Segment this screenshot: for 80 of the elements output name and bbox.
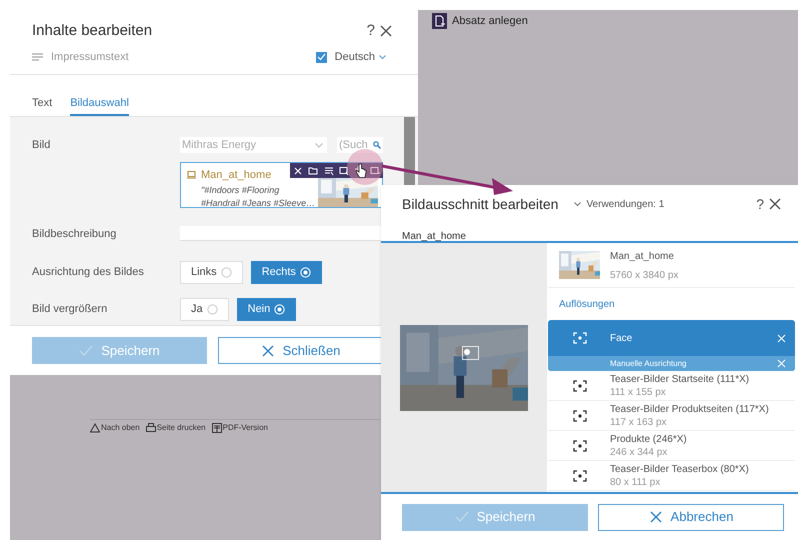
radio-on-icon <box>300 266 311 278</box>
focus-icon <box>573 332 587 344</box>
resolution-name: Teaser-Bilder Produktseiten (117*X) <box>610 402 769 416</box>
hand-cursor-icon <box>355 163 367 179</box>
help-button[interactable]: ? <box>756 194 764 214</box>
resolution-name: Teaser-Bilder Teaserbox (80*X) <box>610 462 749 476</box>
focus-icon <box>573 410 587 422</box>
image-dimensions: 5760 x 3840 px <box>610 270 678 282</box>
cancel-button[interactable]: Abbrechen <box>598 504 784 530</box>
cancel-button[interactable]: Schließen <box>218 337 383 364</box>
radio-button[interactable]: Links <box>180 260 243 284</box>
resolution-size: 246 x 344 px <box>610 446 668 458</box>
language-checkbox[interactable] <box>316 52 327 62</box>
printer-icon <box>146 423 156 433</box>
folder-icon[interactable] <box>308 166 318 176</box>
resolution-item[interactable]: Produkte (246*X) 246 x 344 px <box>548 431 795 461</box>
radio-button[interactable]: Nein <box>236 298 296 321</box>
resolution-item[interactable]: Teaser-Bilder Teaserbox (80*X) 80 x 111 px <box>548 461 795 491</box>
field-label: Bild vergrößern <box>32 302 108 318</box>
dialog-title: Inhalte bearbeiten <box>32 20 152 41</box>
footer-link[interactable]: PDF-Version <box>212 422 268 434</box>
list-icon[interactable] <box>324 166 334 176</box>
laptop-icon <box>187 171 196 180</box>
help-button[interactable]: ? <box>366 20 375 42</box>
radio-on-icon <box>274 304 286 315</box>
footer-link[interactable]: Seite drucken <box>146 422 206 434</box>
radio-off-icon <box>220 266 232 278</box>
search-field[interactable]: (Such <box>337 137 383 153</box>
resolution-size: 80 x 111 px <box>610 476 662 488</box>
resolution-item[interactable]: Teaser-Bilder Startseite (111*X) 111 x 155 px <box>548 371 795 401</box>
close-icon[interactable] <box>768 197 782 211</box>
focus-icon <box>573 470 587 482</box>
check-icon <box>454 511 469 523</box>
language-dropdown[interactable]: Deutsch <box>334 48 386 66</box>
dropdown-value: Mithras Energy <box>182 138 256 153</box>
frame-icon[interactable] <box>339 166 350 176</box>
asset-name: Man_at_home <box>201 168 272 183</box>
resolution-name: Produkte (246*X) <box>610 432 687 446</box>
image-name: Man_at_home <box>402 231 466 242</box>
dialog-title: Bildausschnitt bearbeiten <box>402 194 558 214</box>
lines-icon <box>32 52 43 62</box>
action-label[interactable]: Absatz anlegen <box>452 13 528 30</box>
close-icon <box>260 344 275 358</box>
click-highlight <box>347 149 383 185</box>
field-label: Ausrichtung des Bildes <box>32 264 145 280</box>
section-heading: Auflösungen <box>559 298 615 312</box>
resolution-size: 117 x 163 px <box>610 416 668 428</box>
remove-icon[interactable] <box>292 166 303 176</box>
asset-tags: "#Indoors #Flooring <box>187 184 316 196</box>
chevron-down-icon <box>574 202 582 206</box>
resolution-name: Face <box>610 332 632 346</box>
radio-off-icon <box>206 304 218 315</box>
radio-button[interactable]: Rechts <box>250 260 322 284</box>
field-label: Bildbeschreibung <box>32 227 118 242</box>
focus-point-icon <box>459 346 479 360</box>
pdf-icon <box>212 423 222 433</box>
resolution-size: 111 x 155 px <box>610 386 667 398</box>
alignment-mode: Manuelle Ausrichtung <box>610 358 686 370</box>
check-icon <box>79 344 94 356</box>
search-icon <box>373 141 381 149</box>
close-icon[interactable] <box>379 24 393 38</box>
usages-toggle[interactable]: Verwendungen: 1 <box>574 196 664 212</box>
tab[interactable]: Text <box>32 92 52 116</box>
image-card[interactable]: Man_at_home "#Indoors #Flooring #Handrail #Jeans #Sleeve… <box>180 162 383 208</box>
chevron-down-icon <box>379 54 386 60</box>
asset-tags: #Handrail #Jeans #Sleeve… <box>187 196 316 210</box>
footer-link[interactable]: Nach oben <box>90 422 140 434</box>
document-add-icon <box>432 13 447 30</box>
resolution-name: Teaser-Bilder Startseite (111*X) <box>610 372 750 386</box>
image-name: Man_at_home <box>610 251 675 263</box>
focus-icon <box>573 440 587 452</box>
focus-icon <box>573 380 587 392</box>
description-field[interactable] <box>180 226 383 241</box>
radio-button[interactable]: Ja <box>180 298 229 321</box>
context-label: Impressumstext <box>51 50 129 65</box>
chevron-down-icon <box>315 142 323 148</box>
field-label: Bild <box>32 138 52 153</box>
warning-icon <box>90 423 100 433</box>
close-icon <box>648 510 663 524</box>
resolution-item[interactable]: Teaser-Bilder Produktseiten (117*X) 117 x 163 px <box>548 401 795 431</box>
